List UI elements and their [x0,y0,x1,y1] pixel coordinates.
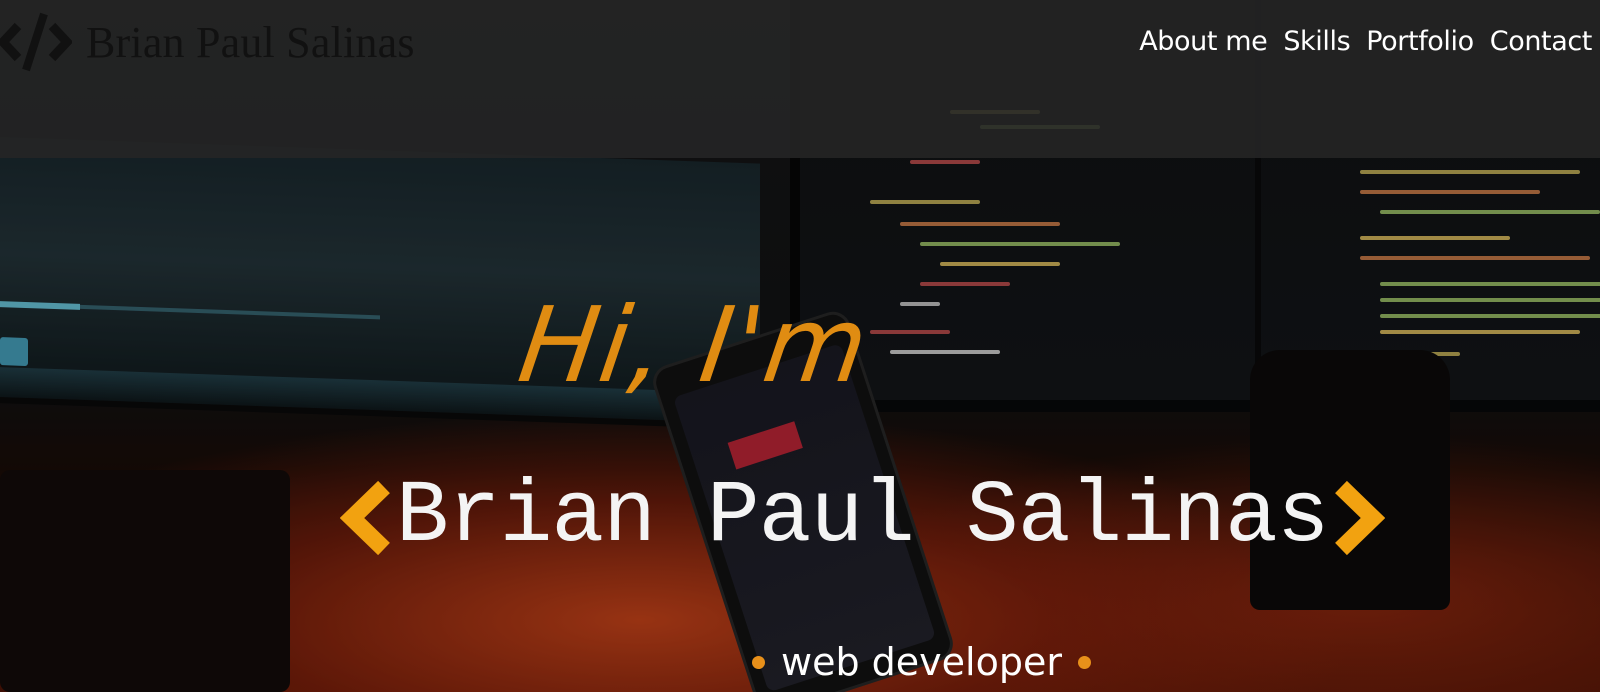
nav-link-portfolio[interactable]: Portfolio [1366,26,1474,57]
code-brackets-icon [0,12,72,72]
chevron-left-icon [340,480,390,555]
hero-greeting: Hi, I'm [512,284,877,406]
hero-name-block: Brian Paul Salinas [340,468,1385,567]
brand[interactable]: Brian Paul Salinas [0,12,415,72]
bullet-dot-icon [1077,655,1091,669]
brand-name: Brian Paul Salinas [86,17,415,67]
nav-link-contact[interactable]: Contact [1490,26,1593,57]
chevron-right-icon [1334,480,1385,555]
role-text: web developer [781,640,1062,684]
hero-name: Brian Paul Salinas [396,468,1330,567]
nav-link-skills[interactable]: Skills [1283,26,1350,57]
main-nav: About me Skills Portfolio Contact [1139,26,1592,57]
bullet-dot-icon [752,655,765,669]
hero-role: web developer [752,640,1091,684]
site-header: Brian Paul Salinas About me Skills Portf… [0,0,1600,158]
nav-link-about-me[interactable]: About me [1139,26,1268,57]
